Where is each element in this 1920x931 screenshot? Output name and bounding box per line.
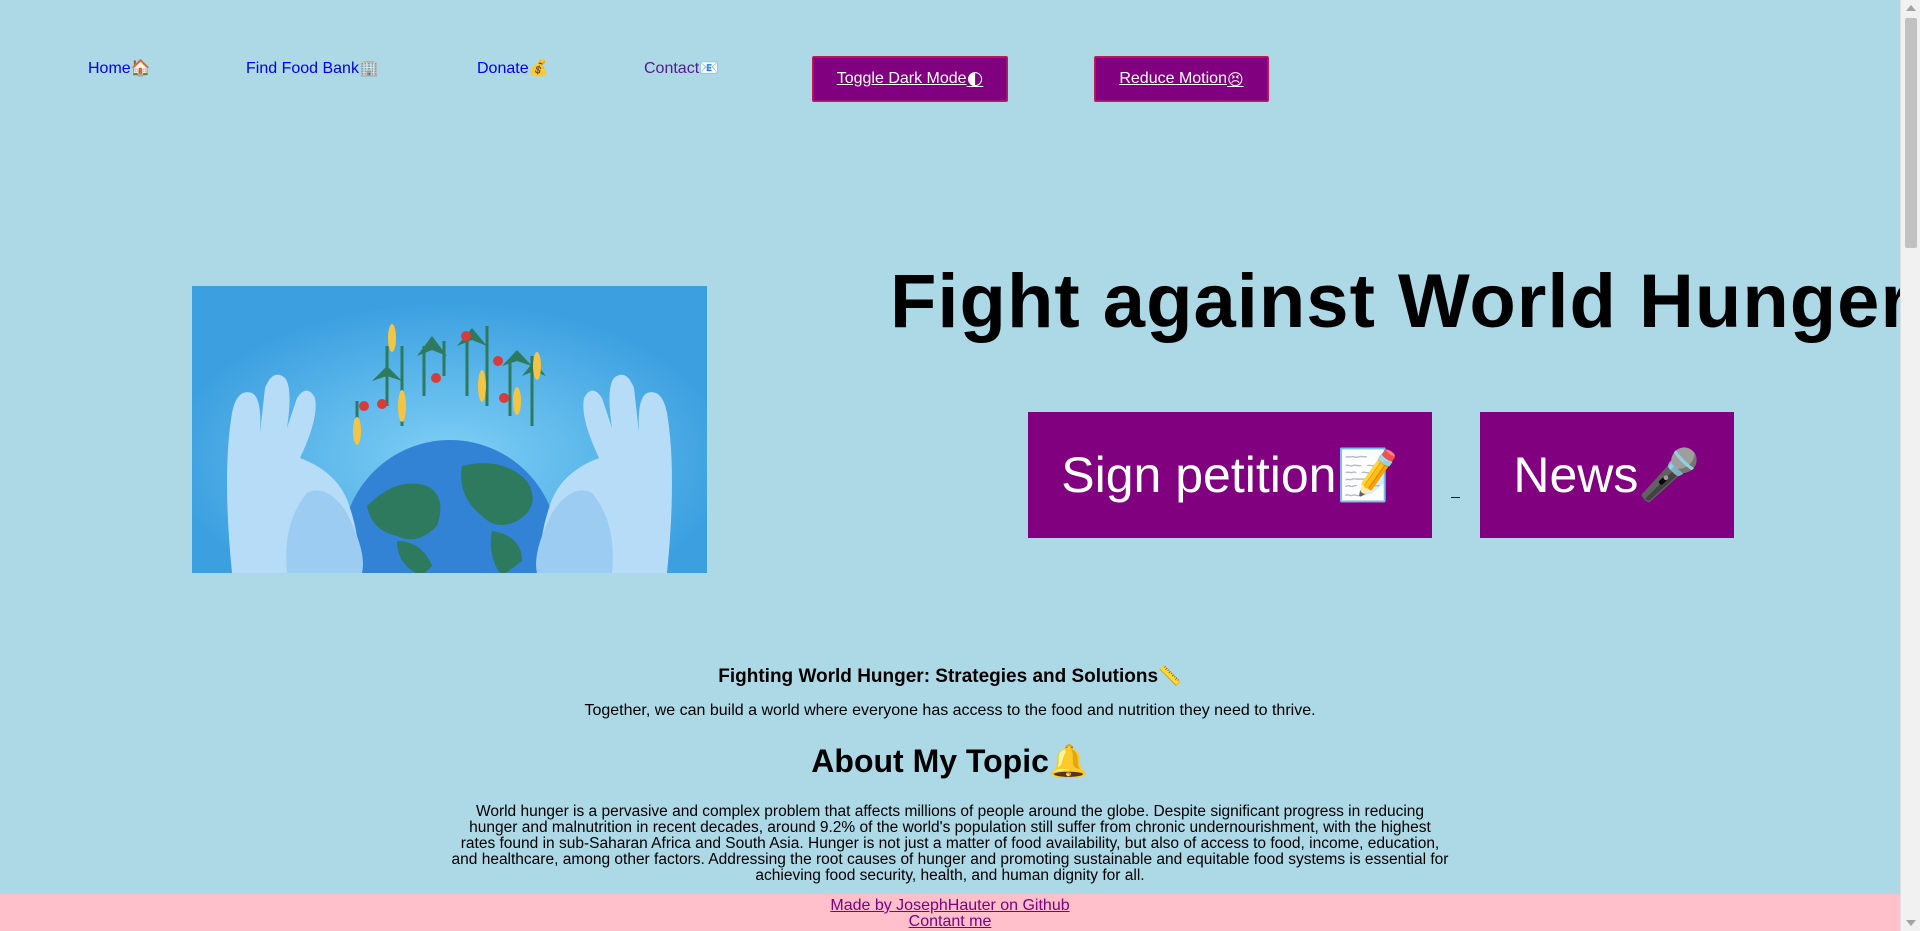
- top-navigation: Home🏠 Find Food Bank🏢 Donate💰 Contact📧 T…: [0, 0, 1900, 130]
- hero-image-hands-holding-earth: [192, 286, 707, 573]
- money-bag-icon: 💰: [528, 58, 549, 77]
- memo-icon: 📝: [1336, 445, 1399, 504]
- vertical-scrollbar[interactable]: [1900, 0, 1920, 931]
- nav-link-home[interactable]: Home🏠: [88, 58, 151, 78]
- nav-link-donate[interactable]: Donate💰: [477, 58, 549, 78]
- persevering-face-icon: 😣: [1226, 69, 1244, 89]
- bell-icon: 🔔: [1048, 742, 1089, 780]
- toggle-dark-mode-button[interactable]: Toggle Dark Mode 🌓: [812, 56, 1008, 102]
- news-button[interactable]: News 🎤: [1480, 412, 1734, 538]
- scrollbar-thumb[interactable]: [1905, 18, 1917, 248]
- scroll-down-arrow-icon[interactable]: [1906, 920, 1916, 926]
- reduce-motion-button[interactable]: Reduce Motion 😣: [1094, 56, 1269, 102]
- about-heading-text: About My Topic: [811, 743, 1049, 779]
- scroll-up-arrow-icon[interactable]: [1906, 5, 1916, 11]
- nav-link-contact-label: Contact: [644, 60, 700, 77]
- news-label: News: [1513, 447, 1639, 503]
- microphone-icon: 🎤: [1638, 445, 1701, 504]
- nav-link-donate-label: Donate: [477, 60, 529, 77]
- ruler-icon: 📏: [1158, 665, 1182, 687]
- nav-link-find-food-bank[interactable]: Find Food Bank🏢: [246, 58, 379, 78]
- about-heading: About My Topic🔔: [0, 742, 1900, 780]
- section-subheading-text: Fighting World Hunger: Strategies and So…: [718, 666, 1159, 687]
- nav-link-find-food-bank-label: Find Food Bank: [246, 60, 359, 77]
- about-paragraph: World hunger is a pervasive and complex …: [451, 803, 1449, 884]
- hands-earth-illustration: [192, 286, 707, 573]
- half-moon-icon: 🌓: [966, 69, 984, 89]
- office-building-icon: 🏢: [358, 58, 379, 77]
- sign-petition-button[interactable]: Sign petition 📝: [1028, 412, 1432, 538]
- envelope-icon: 📧: [699, 58, 720, 77]
- github-link[interactable]: Made by JosephHauter on Github: [0, 898, 1900, 914]
- hero-title: Fight against World Hunger: [890, 259, 1912, 344]
- hero-spacer-link[interactable]: [1451, 478, 1460, 498]
- toggle-dark-mode-label: Toggle Dark Mode: [836, 70, 967, 87]
- house-icon: 🏠: [130, 58, 151, 77]
- nav-link-contact[interactable]: Contact📧: [644, 58, 719, 78]
- sign-petition-label: Sign petition: [1061, 447, 1337, 503]
- section-subheading: Fighting World Hunger: Strategies and So…: [0, 664, 1900, 688]
- contact-me-link[interactable]: Contant me: [0, 914, 1900, 930]
- tagline: Together, we can build a world where eve…: [584, 702, 1316, 719]
- reduce-motion-label: Reduce Motion: [1119, 70, 1227, 87]
- footer: Made by JosephHauter on Github Contant m…: [0, 894, 1900, 931]
- nav-link-home-label: Home: [88, 60, 131, 77]
